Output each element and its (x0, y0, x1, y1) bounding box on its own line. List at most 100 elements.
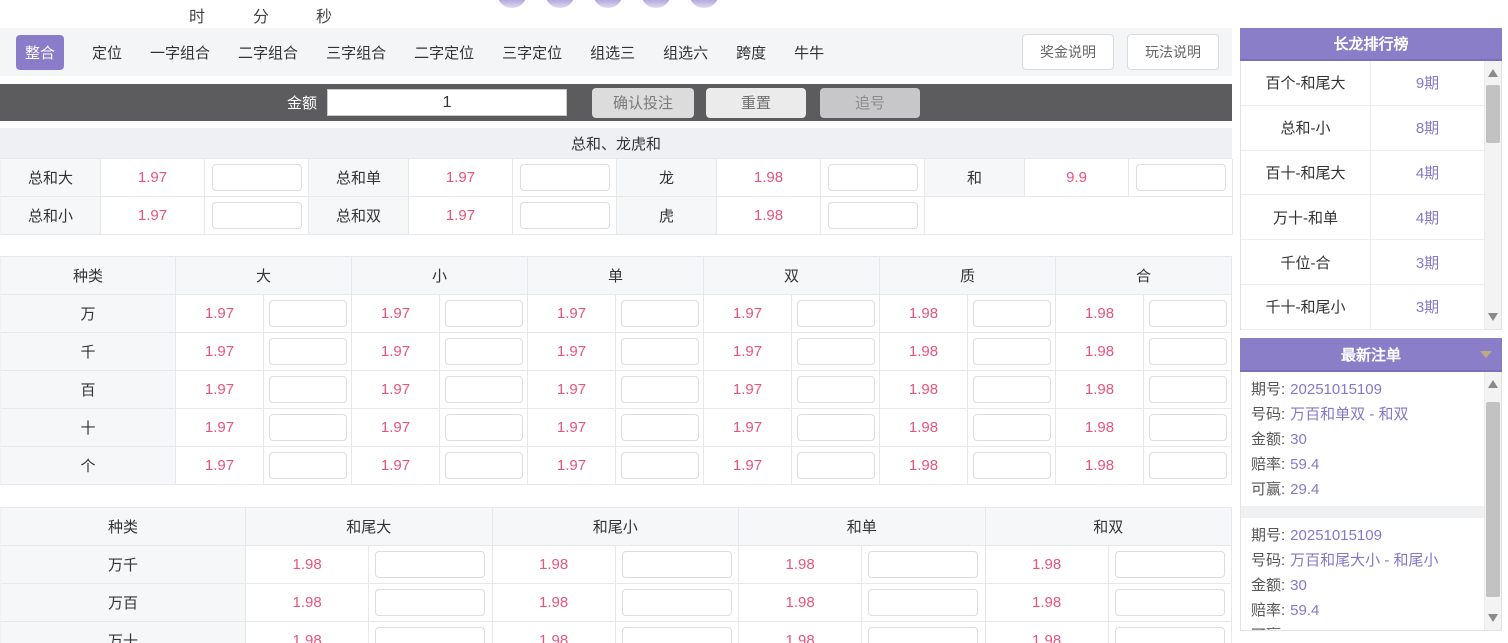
tab-erzi-dingwei[interactable]: 二字定位 (414, 42, 474, 63)
tab-niuniu[interactable]: 牛牛 (794, 42, 824, 63)
bet-input[interactable] (1149, 452, 1227, 479)
bet-input[interactable] (828, 164, 918, 191)
bet-input[interactable] (1115, 551, 1225, 578)
bet-input[interactable] (973, 338, 1051, 365)
bet-input[interactable] (1149, 338, 1227, 365)
tab-yizi-zuhe[interactable]: 一字组合 (150, 42, 210, 63)
prize-info-button[interactable]: 奖金说明 (1022, 34, 1114, 70)
bet-input-cell (264, 333, 352, 371)
tab-kuadu[interactable]: 跨度 (736, 42, 766, 63)
column-header: 和尾大 (246, 508, 493, 546)
scroll-up-icon[interactable] (1488, 69, 1498, 77)
ranking-row[interactable]: 总和-小 8期 (1241, 106, 1484, 151)
bet-input[interactable] (520, 164, 610, 191)
bet-input[interactable] (622, 551, 732, 578)
bet-input[interactable] (621, 376, 699, 403)
bet-input[interactable] (269, 414, 347, 441)
bet-input[interactable] (1149, 300, 1227, 327)
bet-input[interactable] (269, 338, 347, 365)
bet-input[interactable] (269, 376, 347, 403)
ranking-row[interactable]: 万十-和单 4期 (1241, 195, 1484, 240)
bet-input[interactable] (1115, 627, 1225, 643)
bet-input-cell (616, 295, 704, 333)
ranking-row[interactable]: 百个-和尾大 9期 (1241, 61, 1484, 106)
scrollbar-thumb[interactable] (1486, 402, 1500, 597)
bet-input[interactable] (797, 376, 875, 403)
ranking-name: 百十-和尾大 (1241, 151, 1371, 195)
bet-input[interactable] (269, 300, 347, 327)
bet-input[interactable] (375, 551, 485, 578)
bet-input[interactable] (868, 551, 978, 578)
bet-input[interactable] (868, 627, 978, 643)
position-odds-table: 种类 大 小 单 双 质 合 万 1.97 1.97 1.97 1.97 1.9… (0, 256, 1232, 485)
bet-input[interactable] (375, 627, 485, 643)
bet-input[interactable] (269, 452, 347, 479)
bet-input[interactable] (212, 164, 302, 191)
odds-value: 1.97 (352, 409, 440, 447)
amount-input[interactable] (327, 89, 567, 116)
bet-input[interactable] (797, 414, 875, 441)
bet-input[interactable] (1149, 376, 1227, 403)
bet-input[interactable] (622, 627, 732, 643)
scroll-down-icon[interactable] (1488, 614, 1498, 622)
ranking-panel-body: 百个-和尾大 9期 总和-小 8期 百十-和尾大 4期 万十-和单 4期 千位-… (1240, 61, 1502, 330)
reset-button[interactable]: 重置 (706, 88, 806, 118)
bet-input[interactable] (445, 376, 523, 403)
tab-sanzi-zuhe[interactable]: 三字组合 (326, 42, 386, 63)
tab-zhenghe[interactable]: 整合 (16, 35, 64, 70)
bet-input[interactable] (973, 414, 1051, 441)
scroll-down-icon[interactable] (1488, 313, 1498, 321)
ranking-row[interactable]: 千十-和尾小 3期 (1241, 285, 1484, 330)
bet-input[interactable] (973, 376, 1051, 403)
bet-input-cell (440, 371, 528, 409)
tab-sanzi-dingwei[interactable]: 三字定位 (502, 42, 562, 63)
bet-input[interactable] (445, 452, 523, 479)
odds-value: 1.97 (352, 371, 440, 409)
bet-input[interactable] (621, 452, 699, 479)
tab-erzi-zuhe[interactable]: 二字组合 (238, 42, 298, 63)
bet-input[interactable] (375, 589, 485, 616)
bet-input[interactable] (1136, 164, 1226, 191)
bet-input-cell (440, 295, 528, 333)
ranking-row[interactable]: 千位-合 3期 (1241, 240, 1484, 285)
collapse-caret-icon[interactable] (1480, 351, 1492, 358)
bet-input[interactable] (868, 589, 978, 616)
bet-input[interactable] (621, 338, 699, 365)
odds-value: 1.97 (101, 159, 205, 197)
ranking-name: 总和-小 (1241, 106, 1371, 150)
ranking-name: 千位-合 (1241, 240, 1371, 284)
bet-input[interactable] (621, 300, 699, 327)
bet-input-cell (862, 622, 985, 643)
order-win-value: 29.4 (1290, 627, 1319, 631)
tab-zuxuan6[interactable]: 组选六 (663, 42, 708, 63)
ranking-scrollbar[interactable] (1484, 61, 1501, 329)
bet-input[interactable] (1149, 414, 1227, 441)
confirm-bet-button[interactable]: 确认投注 (592, 88, 694, 118)
odds-value: 1.98 (1056, 371, 1144, 409)
rules-info-button[interactable]: 玩法说明 (1127, 34, 1219, 70)
bet-input[interactable] (212, 202, 302, 229)
odds-value: 1.97 (704, 371, 792, 409)
bet-input[interactable] (520, 202, 610, 229)
bet-input[interactable] (973, 452, 1051, 479)
orders-scrollbar[interactable] (1484, 372, 1501, 630)
bet-input[interactable] (445, 414, 523, 441)
bet-input[interactable] (621, 414, 699, 441)
tab-zuxuan3[interactable]: 组选三 (590, 42, 635, 63)
bet-input[interactable] (797, 338, 875, 365)
bet-input[interactable] (973, 300, 1051, 327)
bet-input[interactable] (1115, 589, 1225, 616)
tab-dingwei[interactable]: 定位 (92, 42, 122, 63)
bet-input[interactable] (797, 452, 875, 479)
bet-input[interactable] (828, 202, 918, 229)
odds-value: 1.97 (176, 333, 264, 371)
scroll-up-icon[interactable] (1488, 380, 1498, 388)
bet-input[interactable] (445, 300, 523, 327)
ranking-row[interactable]: 百十-和尾大 4期 (1241, 151, 1484, 196)
chase-number-button[interactable]: 追号 (820, 88, 920, 118)
bet-input[interactable] (445, 338, 523, 365)
bet-input-cell (616, 546, 739, 584)
bet-input[interactable] (622, 589, 732, 616)
bet-input[interactable] (797, 300, 875, 327)
scrollbar-thumb[interactable] (1486, 85, 1500, 143)
